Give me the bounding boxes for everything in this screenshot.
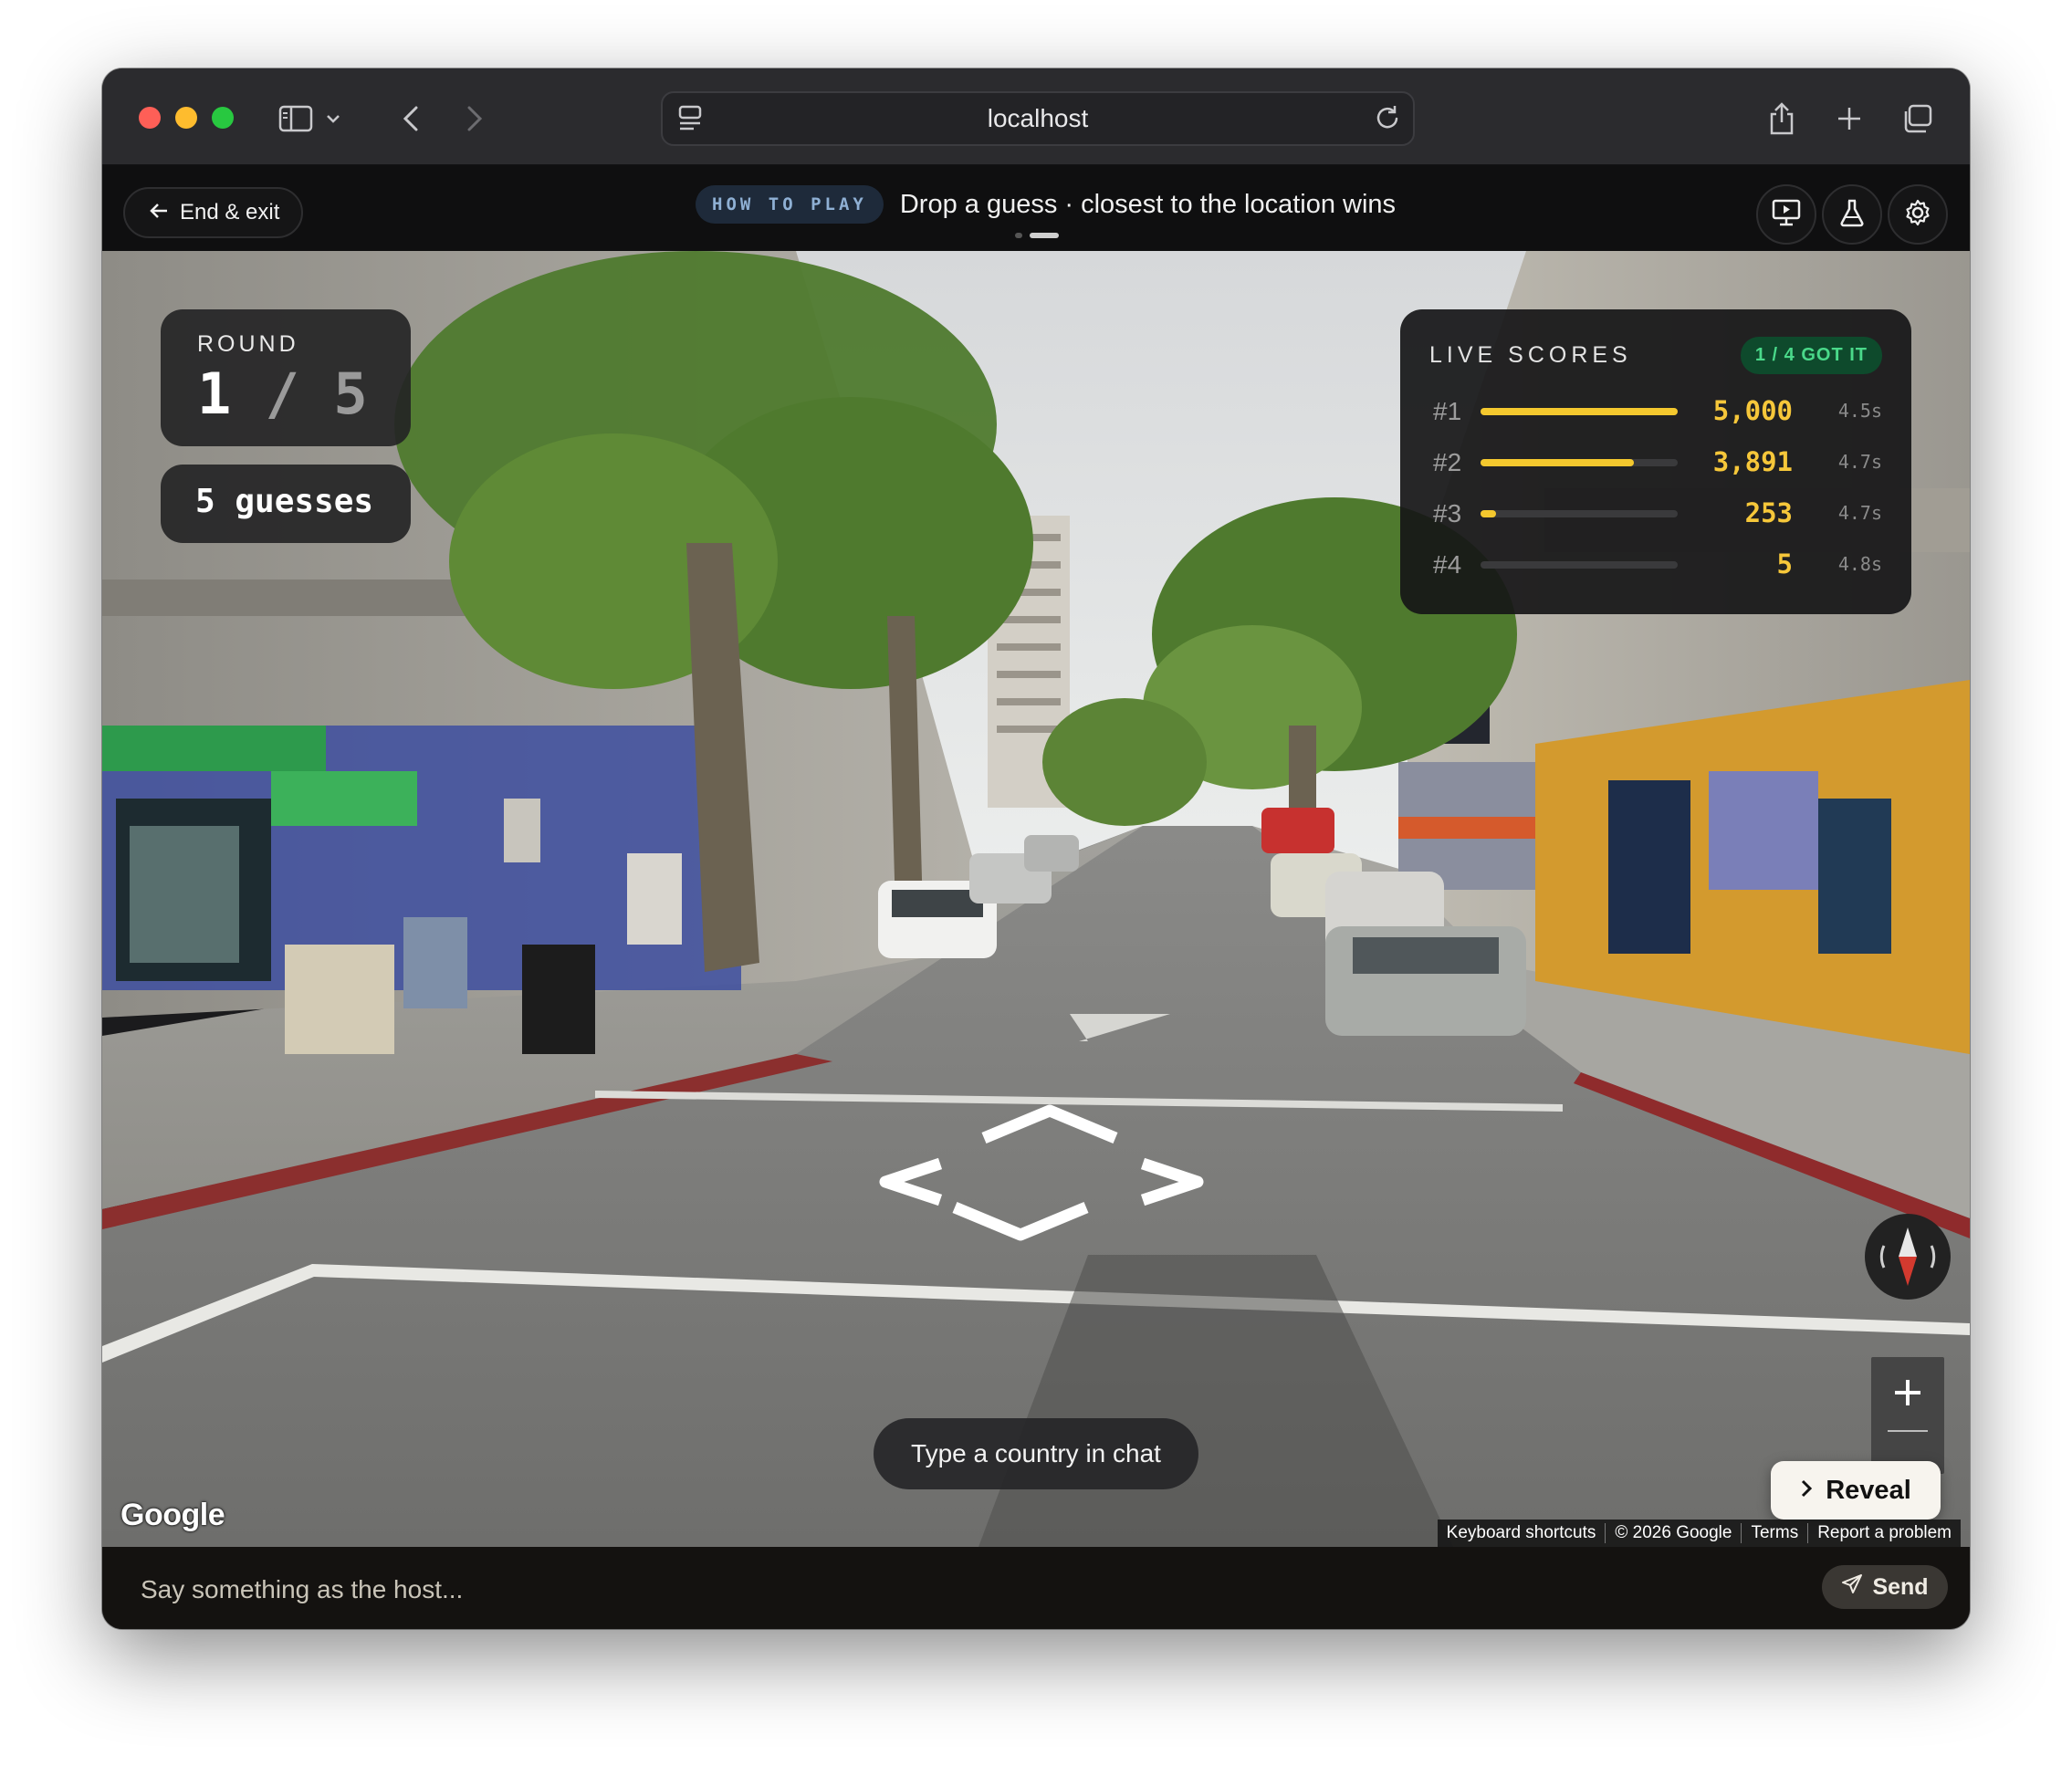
- address-bar[interactable]: localhost: [661, 91, 1415, 146]
- score-rank: #4: [1433, 550, 1462, 579]
- google-logo: Google: [120, 1498, 225, 1532]
- live-scores-panel: LIVE SCORES 1 / 4 GOT IT #1 5,000 4.5s #…: [1400, 309, 1911, 614]
- report-problem-link[interactable]: Report a problem: [1807, 1523, 1961, 1543]
- score-bar-track: [1481, 510, 1678, 517]
- street-view-panorama[interactable]: ROUND 1 / 5 5 guesses LIVE SCORES 1 / 4 …: [102, 251, 1970, 1547]
- score-bar-fill: [1481, 408, 1678, 415]
- pager-dot[interactable]: [1015, 233, 1022, 238]
- score-points: 5: [1776, 548, 1793, 580]
- score-rank: #2: [1433, 448, 1462, 476]
- settings-button[interactable]: [1888, 184, 1948, 245]
- score-bar-fill: [1481, 459, 1635, 466]
- end-exit-label: End & exit: [180, 200, 280, 225]
- how-to-play-button[interactable]: HOW TO PLAY: [696, 185, 884, 224]
- forward-icon[interactable]: [455, 99, 495, 139]
- reveal-label: Reveal: [1826, 1475, 1911, 1505]
- round-counter: ROUND 1 / 5: [161, 309, 411, 446]
- score-time: 4.7s: [1837, 502, 1882, 524]
- gear-icon: [1903, 198, 1932, 232]
- end-exit-button[interactable]: End & exit: [123, 187, 304, 238]
- sidebar-toggle-icon[interactable]: [276, 99, 316, 139]
- back-icon[interactable]: [391, 99, 431, 139]
- browser-window: localhost End & exit HOW TO PLAY Drop a …: [102, 68, 1970, 1629]
- presentation-icon: [1771, 198, 1802, 232]
- banner-pager: [1015, 233, 1059, 238]
- round-current: 1: [197, 360, 232, 427]
- chat-input[interactable]: [139, 1571, 1694, 1609]
- flask-icon: [1838, 198, 1866, 232]
- score-bar-track: [1481, 408, 1678, 415]
- score-rank: #3: [1433, 499, 1462, 527]
- chat-bar: Send: [102, 1547, 1970, 1629]
- round-separator: /: [265, 360, 299, 427]
- pager-dot-active[interactable]: [1030, 233, 1059, 238]
- copyright-text: © 2026 Google: [1605, 1523, 1741, 1543]
- url-text: localhost: [987, 104, 1089, 132]
- close-window-button[interactable]: [139, 107, 161, 129]
- browser-toolbar: localhost: [102, 68, 1970, 165]
- plus-icon: [1895, 1380, 1920, 1405]
- score-bar-fill: [1481, 510, 1497, 517]
- keyboard-shortcuts-link[interactable]: Keyboard shortcuts: [1438, 1523, 1606, 1543]
- round-label: ROUND: [197, 331, 299, 357]
- score-points: 253: [1744, 497, 1793, 528]
- round-value: 1 / 5: [197, 360, 368, 427]
- round-total: 5: [333, 360, 368, 427]
- reveal-button[interactable]: Reveal: [1771, 1461, 1941, 1520]
- minimize-window-button[interactable]: [175, 107, 197, 129]
- score-time: 4.5s: [1837, 400, 1882, 422]
- score-rank: #1: [1433, 397, 1462, 425]
- new-tab-icon[interactable]: [1829, 99, 1869, 139]
- score-row: #4 5 4.8s: [1433, 547, 1889, 583]
- map-attribution: Keyboard shortcuts © 2026 Google Terms R…: [1437, 1520, 1961, 1547]
- compass-icon: [1865, 1214, 1951, 1300]
- got-it-badge: 1 / 4 GOT IT: [1740, 337, 1882, 374]
- send-label: Send: [1872, 1573, 1929, 1600]
- score-row: #3 253 4.7s: [1433, 496, 1889, 532]
- how-to-play-banner: HOW TO PLAY Drop a guess · closest to th…: [696, 185, 1396, 224]
- zoom-divider: [1888, 1430, 1928, 1432]
- score-points: 3,891: [1712, 446, 1793, 477]
- score-bar-track: [1481, 561, 1678, 569]
- score-row: #1 5,000 4.5s: [1433, 393, 1889, 430]
- send-icon: [1841, 1573, 1863, 1602]
- score-row: #2 3,891 4.7s: [1433, 444, 1889, 481]
- send-button[interactable]: Send: [1822, 1565, 1948, 1609]
- score-bar-track: [1481, 459, 1678, 466]
- compass-control[interactable]: [1864, 1213, 1952, 1300]
- score-time: 4.7s: [1837, 451, 1882, 473]
- instruction-text: Drop a guess · closest to the location w…: [899, 189, 1397, 219]
- zoom-window-button[interactable]: [212, 107, 234, 129]
- share-icon[interactable]: [1762, 99, 1802, 139]
- zoom-in-button[interactable]: [1871, 1357, 1944, 1428]
- chevron-down-icon[interactable]: [319, 99, 347, 139]
- guess-count: 5 guesses: [195, 483, 374, 520]
- tab-overview-icon[interactable]: [1897, 99, 1937, 139]
- guess-counter: 5 guesses: [161, 465, 411, 543]
- reload-icon[interactable]: [1375, 103, 1402, 137]
- zoom-control: [1871, 1357, 1944, 1474]
- score-points: 5,000: [1712, 395, 1793, 426]
- game-header: End & exit HOW TO PLAY Drop a guess · cl…: [102, 165, 1970, 251]
- chat-hint-pill: Type a country in chat: [874, 1418, 1198, 1489]
- experiments-button[interactable]: [1822, 184, 1882, 245]
- chevron-right-icon: [1800, 1476, 1813, 1506]
- arrow-left-icon: [149, 200, 169, 225]
- live-scores-title: LIVE SCORES: [1429, 342, 1632, 368]
- presenter-screen-button[interactable]: [1756, 184, 1816, 245]
- terms-link[interactable]: Terms: [1741, 1523, 1807, 1543]
- score-time: 4.8s: [1837, 553, 1882, 575]
